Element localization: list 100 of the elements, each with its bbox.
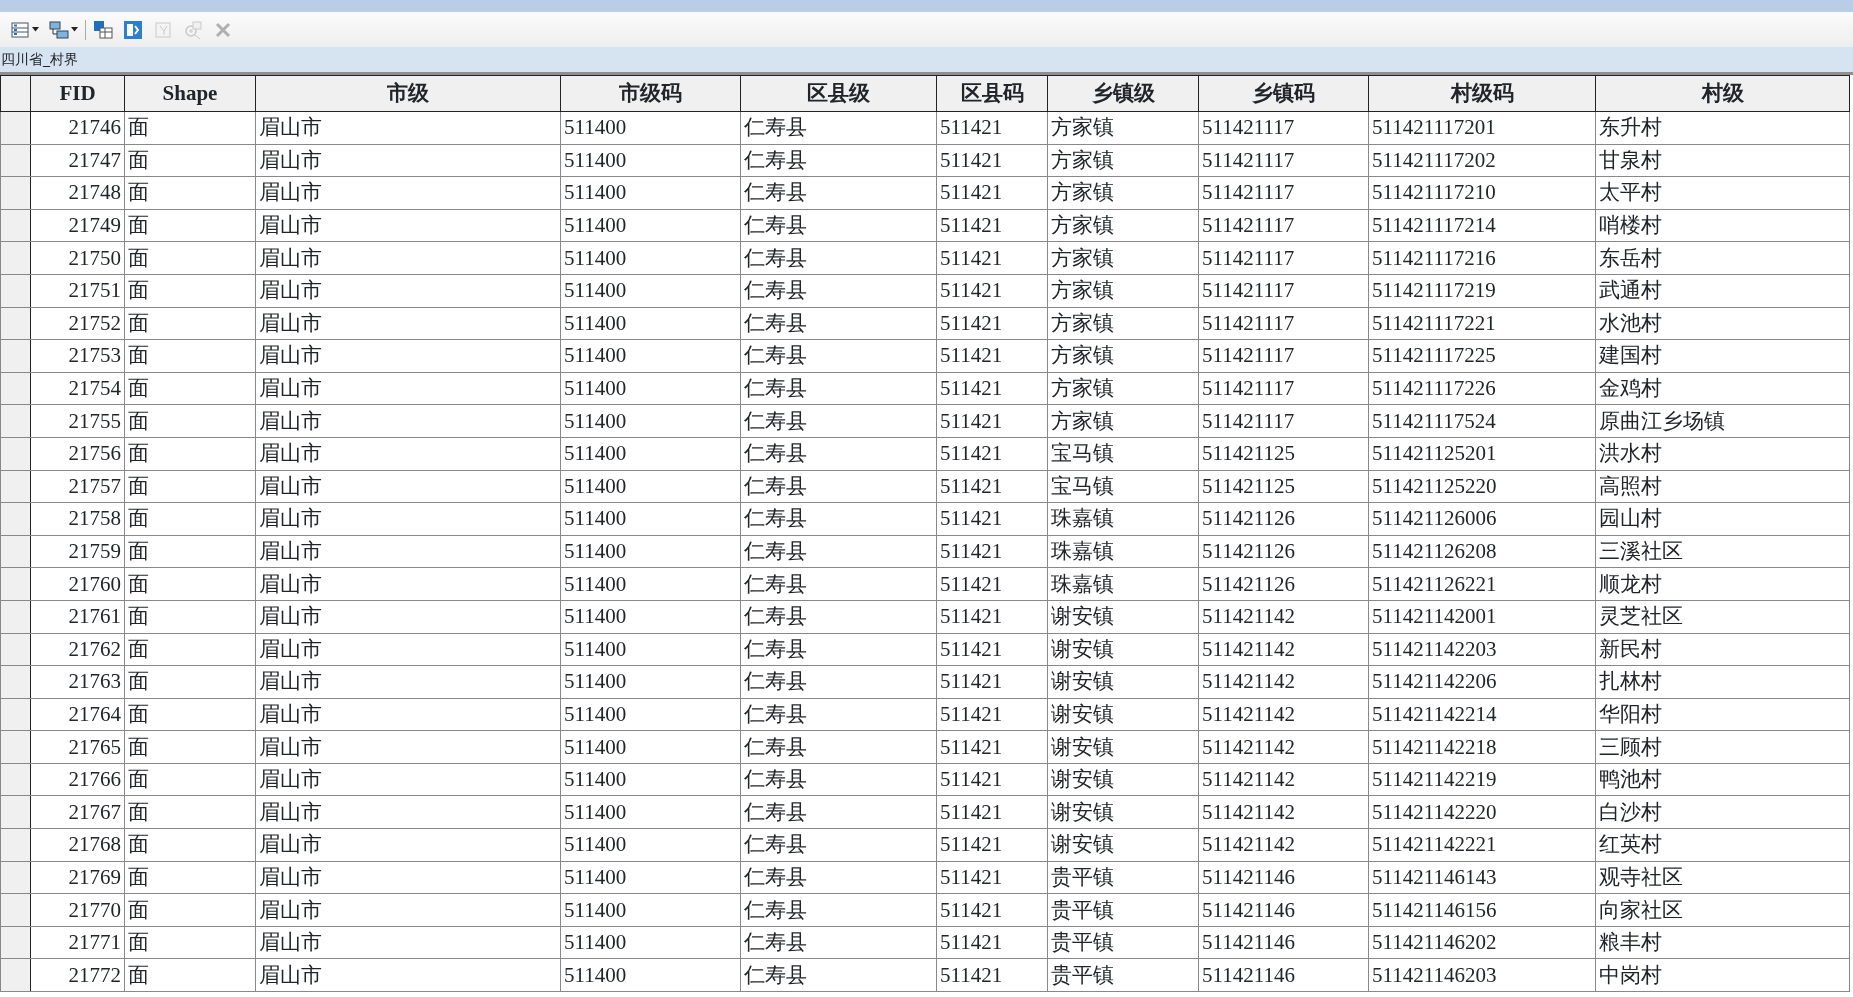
- row-selector[interactable]: [0, 502, 31, 536]
- table-cell: 21767: [68, 799, 121, 824]
- table-cell: 511400: [564, 245, 627, 270]
- table-cell: 谢安镇: [1051, 734, 1114, 759]
- table-cell: 511421: [940, 180, 1003, 205]
- row-selector[interactable]: [0, 828, 31, 862]
- table-cell: 511421117225: [1372, 343, 1496, 368]
- row-selector[interactable]: [0, 698, 31, 731]
- table-cell: 511400: [564, 376, 627, 401]
- row-selector[interactable]: [0, 404, 31, 438]
- table-cell: 面: [128, 604, 149, 629]
- table-cell: 园山村: [1599, 506, 1662, 531]
- row-selector[interactable]: [0, 926, 31, 959]
- table-cell: 511421126208: [1372, 539, 1497, 563]
- table-cell: 511421: [940, 310, 1003, 335]
- row-selector[interactable]: [0, 176, 31, 210]
- table-cell: 511421117: [1202, 278, 1295, 303]
- table-cell: 面: [128, 245, 149, 270]
- table-cell: 21755: [68, 408, 121, 433]
- table-cell: 511421: [940, 604, 1003, 629]
- table-cell: 511400: [564, 669, 627, 694]
- table-cell: 仁寿县: [744, 799, 807, 824]
- table-cell: 511400: [564, 571, 627, 596]
- table-cell: 511421142: [1202, 669, 1295, 694]
- table-cell: 511421146: [1202, 930, 1295, 955]
- table-cell: 面: [128, 506, 149, 531]
- row-selector[interactable]: [0, 144, 31, 177]
- table-cell: 21747: [68, 147, 121, 172]
- table-cell: 511421142: [1202, 636, 1295, 661]
- table-cell: 511421117524: [1372, 408, 1496, 433]
- table-cell: 眉山市: [259, 799, 322, 824]
- table-cell: 511421142218: [1372, 734, 1497, 759]
- row-selector[interactable]: [0, 307, 31, 340]
- table-cell: 511421: [940, 799, 1003, 824]
- table-cell: 仁寿县: [744, 832, 807, 857]
- row-selector[interactable]: [0, 893, 31, 927]
- table-cell: 方家镇: [1051, 180, 1114, 205]
- row-selector[interactable]: [0, 958, 31, 992]
- table-cell: 21769: [68, 864, 121, 889]
- table-cell: 511421142220: [1372, 799, 1497, 824]
- row-selector[interactable]: [0, 470, 31, 503]
- table-cell: 仁寿县: [744, 734, 807, 759]
- row-selector[interactable]: [0, 633, 31, 666]
- table-cell: 仁寿县: [744, 636, 807, 661]
- table-cell: 511400: [564, 832, 627, 857]
- table-cell: 21758: [68, 506, 121, 531]
- table-cell: 21749: [68, 213, 121, 238]
- table-cell: 511400: [564, 180, 627, 205]
- table-cell: 眉山市: [259, 310, 322, 335]
- column-header[interactable]: 村级码: [1450, 81, 1514, 105]
- table-cell: 新民村: [1599, 636, 1662, 661]
- table-cell: 511400: [564, 147, 627, 172]
- row-selector[interactable]: [0, 665, 31, 699]
- row-selector[interactable]: [0, 274, 31, 308]
- table-cell: 511421142: [1202, 799, 1295, 824]
- table-cell: 面: [128, 636, 149, 661]
- table-cell: 511400: [564, 506, 627, 531]
- table-cell: 511421: [940, 864, 1003, 889]
- table-tab[interactable]: 四川省_村界: [1, 49, 78, 70]
- row-selector[interactable]: [0, 372, 31, 405]
- table-cell: 511421142206: [1372, 669, 1497, 694]
- row-selector[interactable]: [0, 241, 31, 275]
- row-selector[interactable]: [0, 111, 31, 145]
- table-cell: 511400: [564, 343, 627, 368]
- table-cell: 511421146202: [1372, 930, 1497, 955]
- table-cell: 511421142203: [1372, 636, 1497, 661]
- table-cell: 眉山市: [259, 734, 322, 759]
- table-cell: 仁寿县: [744, 310, 807, 335]
- table-cell: 眉山市: [259, 897, 322, 922]
- row-selector[interactable]: [0, 535, 31, 568]
- table-cell: 511421117201: [1372, 115, 1496, 140]
- row-selector[interactable]: [0, 600, 31, 633]
- row-selector[interactable]: [0, 567, 31, 601]
- column-header[interactable]: 市级: [387, 81, 429, 105]
- table-cell: 面: [128, 767, 149, 792]
- row-selector[interactable]: [0, 437, 31, 471]
- table-cell: 方家镇: [1051, 278, 1114, 303]
- row-selector[interactable]: [0, 795, 31, 829]
- row-selector[interactable]: [0, 763, 31, 796]
- table-cell: 511421125201: [1372, 441, 1497, 466]
- row-selector[interactable]: [0, 861, 31, 894]
- table-cell: 仁寿县: [744, 245, 807, 270]
- column-header[interactable]: 村级: [1701, 81, 1744, 105]
- table-cell: 511400: [564, 115, 627, 140]
- table-cell: 面: [128, 115, 149, 140]
- table-cell: 21756: [68, 441, 121, 466]
- table-cell: 仁寿县: [744, 278, 807, 303]
- table-cell: 仁寿县: [744, 669, 807, 694]
- row-selector[interactable]: [0, 339, 31, 373]
- row-selector[interactable]: [0, 730, 31, 764]
- row-selector[interactable]: [0, 209, 31, 242]
- table-cell: 511400: [564, 767, 627, 792]
- table-cell: 511421: [940, 376, 1003, 401]
- corner-header[interactable]: [0, 75, 31, 112]
- table-cell: 511421142: [1202, 604, 1295, 629]
- table-cell: 珠嘉镇: [1051, 539, 1114, 563]
- table-cell: 高照村: [1599, 473, 1662, 498]
- table-cell: 511400: [564, 604, 627, 629]
- table-cell: 511421117: [1202, 343, 1295, 368]
- table-cell: 面: [128, 441, 149, 466]
